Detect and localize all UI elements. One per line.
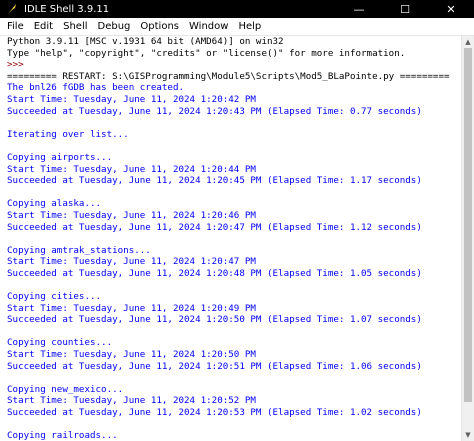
minimize-button[interactable]: — <box>336 0 382 18</box>
scrollbar-thumb[interactable] <box>464 48 472 403</box>
menu-window[interactable]: Window <box>184 21 233 32</box>
maximize-button[interactable]: ☐ <box>382 0 428 18</box>
shell-output-line: Succeeded at Tuesday, June 11, 2024 1:20… <box>7 407 422 418</box>
vertical-scrollbar[interactable]: ▲ ▼ <box>461 36 474 441</box>
shell-output-line <box>0 279 462 291</box>
menu-shell[interactable]: Shell <box>58 21 92 32</box>
chevron-up-icon[interactable]: ▲ <box>462 36 474 48</box>
window-controls: — ☐ ✕ <box>336 0 474 18</box>
shell-output-line: Start Time: Tuesday, June 11, 2024 1:20:… <box>7 256 256 268</box>
menu-debug[interactable]: Debug <box>93 21 136 32</box>
shell-output-line: Copying new_mexico... <box>7 383 124 395</box>
shell-output-line: Copying airports... <box>7 151 113 163</box>
shell-output-line <box>0 233 462 245</box>
shell-output-line: Copying cities... <box>7 291 102 303</box>
menu-bar: File Edit Shell Debug Options Window Hel… <box>0 18 474 36</box>
shell-output-line: The bnl26 fGDB has been created. <box>7 82 185 94</box>
title-bar[interactable]: IDLE Shell 3.9.11 — ☐ ✕ <box>0 0 474 18</box>
shell-output-line: Copying amtrak_stations... <box>7 244 151 256</box>
shell-output-line: Succeeded at Tuesday, June 11, 2024 1:20… <box>7 314 422 326</box>
menu-options[interactable]: Options <box>135 21 184 32</box>
shell-output-line <box>0 117 462 129</box>
menu-edit[interactable]: Edit <box>29 21 58 32</box>
shell-output-line: Succeeded at Tuesday, June 11, 2024 1:20… <box>7 267 422 279</box>
shell-output-area[interactable]: Python 3.9.11 [MSC v.1931 64 bit (AMD64)… <box>0 36 462 441</box>
shell-output-line: Succeeded at Tuesday, June 11, 2024 1:20… <box>7 221 422 233</box>
menu-file[interactable]: File <box>2 21 29 32</box>
shell-output-line: Succeeded at Tuesday, June 11, 2024 1:20… <box>7 360 422 372</box>
shell-output-line: Copying alaska... <box>7 198 102 210</box>
shell-output-line: Start Time: Tuesday, June 11, 2024 1:20:… <box>7 395 256 407</box>
shell-output-line: Python 3.9.11 [MSC v.1931 64 bit (AMD64)… <box>7 36 284 47</box>
shell-output-line: Copying counties... <box>7 337 113 349</box>
shell-output-line: Start Time: Tuesday, June 11, 2024 1:20:… <box>7 93 256 105</box>
shell-prompt: >>> <box>7 59 24 71</box>
shell-output-line <box>0 140 462 152</box>
shell-output-line <box>0 326 462 338</box>
shell-output-line <box>0 372 462 384</box>
shell-output-line: Start Time: Tuesday, June 11, 2024 1:20:… <box>7 349 256 361</box>
shell-output-line: Succeeded at Tuesday, June 11, 2024 1:20… <box>7 105 422 117</box>
menu-help[interactable]: Help <box>233 21 266 32</box>
shell-output-line: Iterating over list... <box>7 128 129 140</box>
python-feather-icon <box>5 2 19 16</box>
shell-output-line: Copying railroads... <box>7 430 118 441</box>
shell-output-line <box>0 187 462 199</box>
shell-output-line: Start Time: Tuesday, June 11, 2024 1:20:… <box>7 209 256 221</box>
shell-output-line: Type "help", "copyright", "credits" or "… <box>7 47 406 59</box>
shell-output-line: Start Time: Tuesday, June 11, 2024 1:20:… <box>7 302 256 314</box>
shell-output-line: ========= RESTART: S:\GISProgramming\Mod… <box>7 70 450 82</box>
shell-output-line <box>0 419 462 431</box>
close-button[interactable]: ✕ <box>428 0 474 18</box>
idle-shell-window: IDLE Shell 3.9.11 — ☐ ✕ File Edit Shell … <box>0 0 474 441</box>
shell-output-line: Succeeded at Tuesday, June 11, 2024 1:20… <box>7 175 422 187</box>
chevron-down-icon[interactable]: ▼ <box>462 429 474 441</box>
window-title: IDLE Shell 3.9.11 <box>24 3 110 15</box>
shell-output-line: Start Time: Tuesday, June 11, 2024 1:20:… <box>7 163 256 175</box>
